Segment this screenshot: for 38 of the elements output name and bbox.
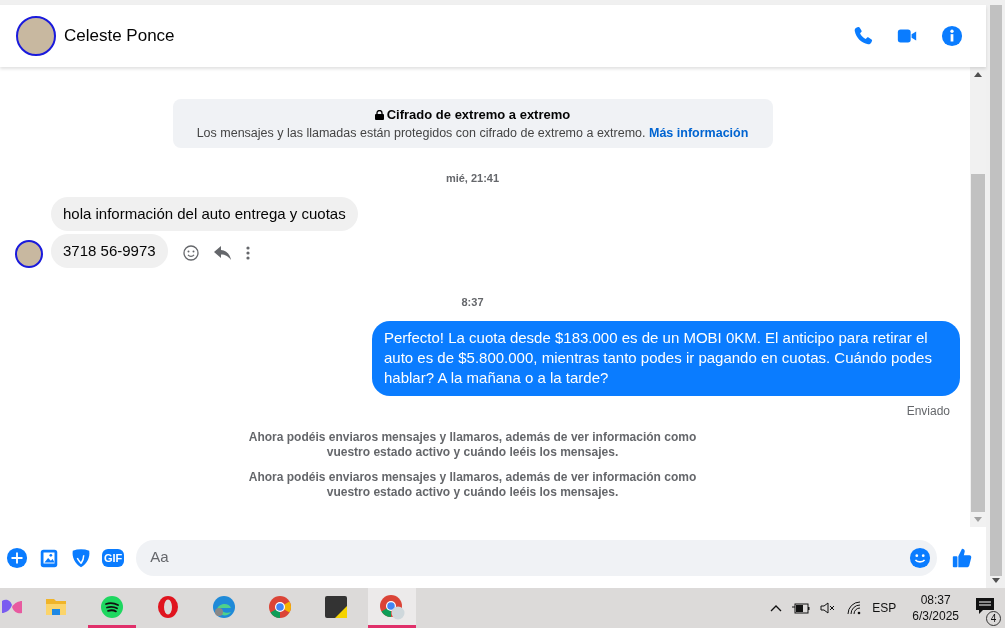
battery-icon[interactable] <box>792 602 811 614</box>
gif-button[interactable]: GIF <box>102 548 125 567</box>
timestamp: mié, 21:41 <box>445 171 500 187</box>
system-notice: Ahora podéis enviaros mensajes y llamaros, además de ver información como vuestro estado activo y cuándo leéis los mensajes. <box>247 469 698 500</box>
clock-time[interactable]: 08:37 <box>912 592 959 608</box>
language-indicator[interactable]: ESP <box>872 599 897 617</box>
message-bubble: hola información del auto entrega y cuotas <box>51 196 358 231</box>
browser-icon[interactable] <box>368 588 416 628</box>
info-icon[interactable] <box>940 24 963 47</box>
wifi-icon[interactable] <box>846 601 863 615</box>
timestamp: 8:37 <box>461 295 484 311</box>
more-info-link[interactable]: Más información <box>649 126 749 141</box>
message-field[interactable]: Aa <box>136 539 937 576</box>
page-scrollbar[interactable] <box>986 5 1005 588</box>
message-status: Enviado <box>906 402 950 420</box>
emoji-icon[interactable] <box>908 546 931 569</box>
scrollbar[interactable] <box>970 66 986 528</box>
emoji-icon[interactable] <box>182 244 199 261</box>
reply-icon[interactable] <box>213 245 231 260</box>
message-bubble: Perfecto! La cuota desde $183.000 es de un MOBI 0KM. El anticipo para retirar el auto es de $5.800.000, mientras tanto podes ir pagando en cuotas. Cuándo podes hablar? A la mañana o a la tarde? <box>372 320 960 396</box>
plus-icon[interactable] <box>6 546 28 569</box>
chevron-up-icon[interactable] <box>770 604 783 612</box>
notification-center-button[interactable] <box>975 596 995 615</box>
notification-count: 4 <box>986 610 1001 626</box>
thumbs-up-icon[interactable] <box>950 546 973 569</box>
speaker-muted-icon[interactable] <box>820 602 837 614</box>
sender-avatar <box>15 240 43 269</box>
encryption-title: Cifrado de extremo a extremo <box>386 106 571 122</box>
contact-name[interactable]: Celeste Ponce <box>64 23 175 49</box>
message-input[interactable]: Aa <box>148 545 909 570</box>
contact-avatar[interactable] <box>16 15 56 56</box>
scroll-up-icon[interactable] <box>974 70 982 77</box>
encryption-text: Los mensajes y las llamadas están protegidos con cifrado de extremo a extremo. Más información <box>195 125 750 143</box>
system-notice: Ahora podéis enviaros mensajes y llamaros, además de ver información como vuestro estado activo y cuándo leéis los mensajes. <box>247 429 698 460</box>
clock-date[interactable]: 6/3/2025 <box>912 608 959 624</box>
more-options-icon[interactable] <box>245 245 250 260</box>
lock-icon <box>374 110 384 121</box>
message-bubble: 3718 56-9973 <box>51 234 168 269</box>
